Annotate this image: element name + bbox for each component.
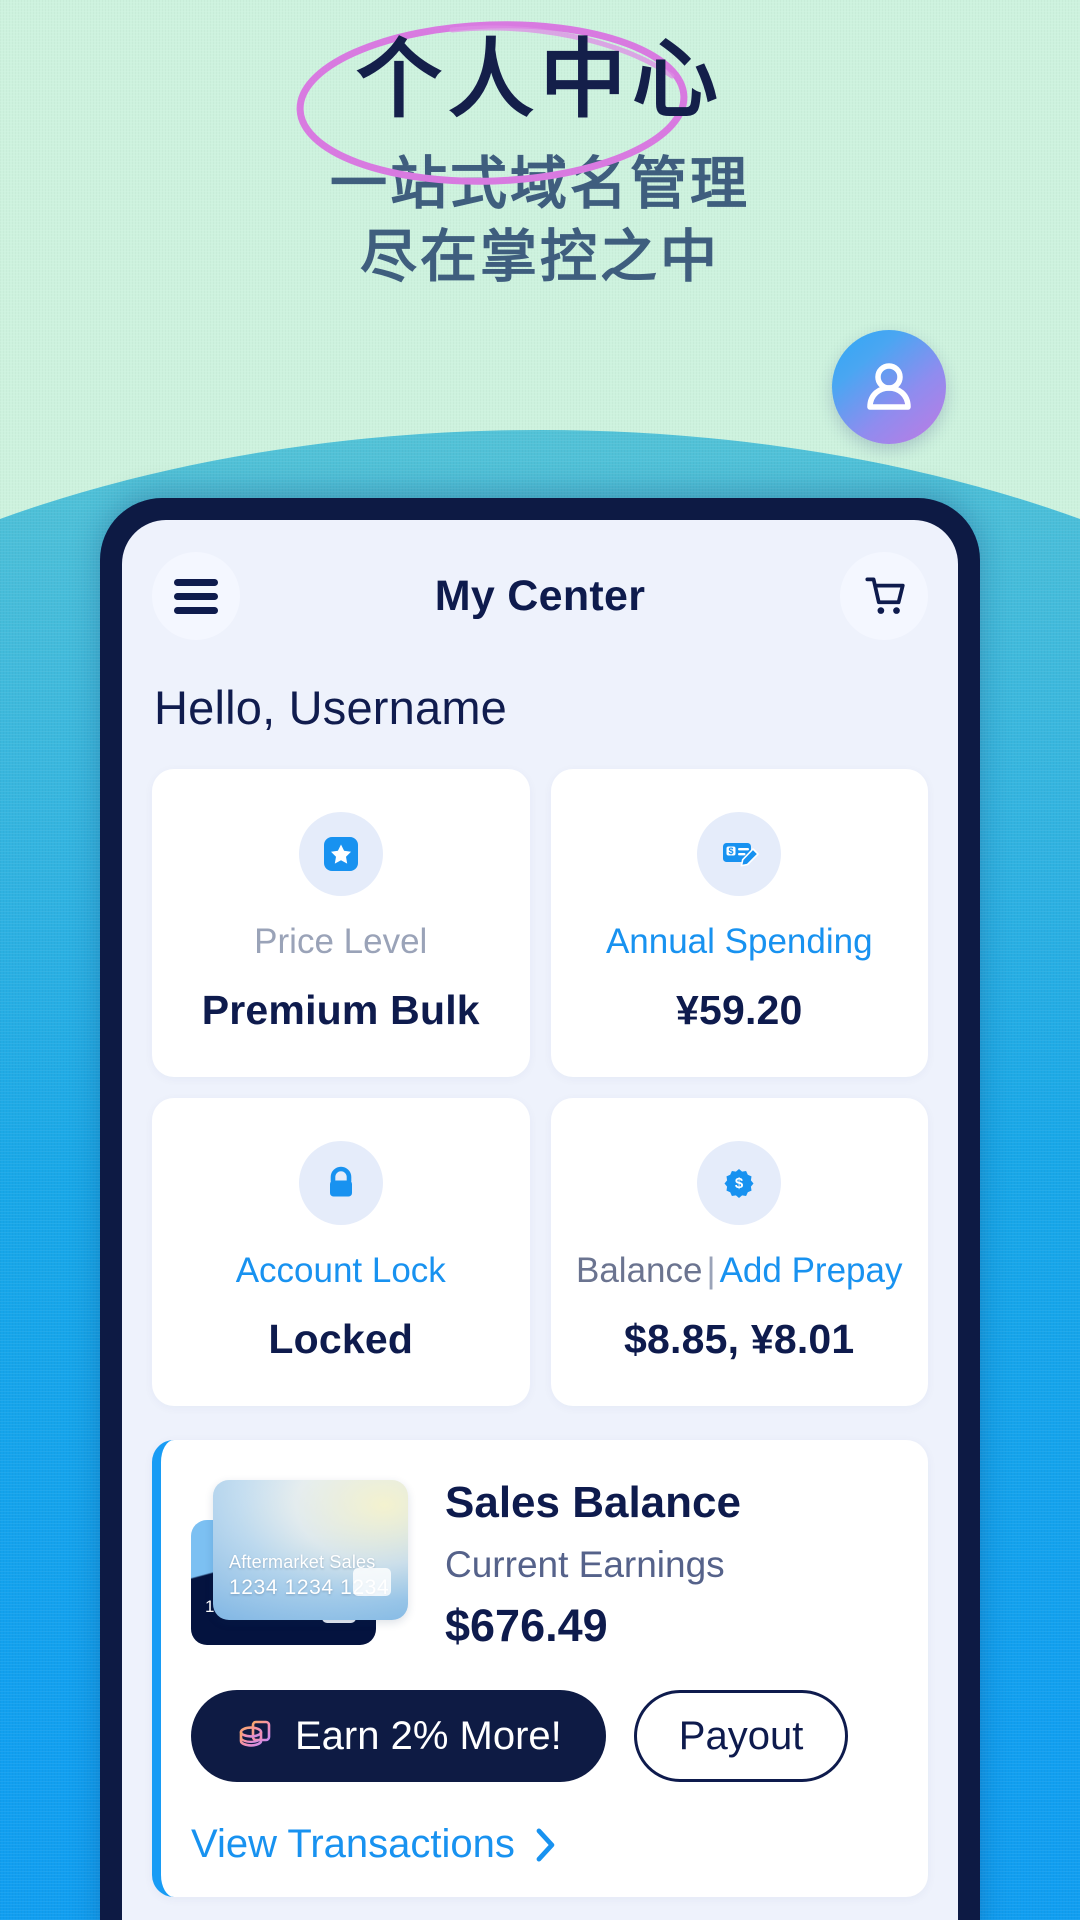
check-edit-icon: $ (723, 843, 760, 867)
phone-screen: My Center Hello, Username Price Level Pr… (122, 520, 958, 1920)
sales-info: Sales Balance Current Earnings $676.49 (445, 1474, 894, 1652)
stat-icon-background (298, 812, 383, 896)
stat-card-annual-spending[interactable]: $ Annual Spending ¥59.20 (550, 769, 928, 1077)
sales-amount: $676.49 (445, 1600, 608, 1651)
sales-card-top: 1234 1234 1234 Aftermarket Sales 1234 12… (191, 1474, 894, 1652)
stat-value: $8.85, ¥8.01 (624, 1316, 855, 1362)
svg-text:$: $ (729, 846, 734, 856)
chevron-right-icon (536, 1828, 555, 1861)
hero-subtitle-line-1: 一站式域名管理 (330, 152, 750, 217)
shopping-cart-icon (865, 577, 905, 614)
coin-stack-icon (239, 1720, 271, 1747)
sales-subtitle: Current Earnings (445, 1544, 725, 1585)
stat-label-static: Balance (576, 1251, 703, 1290)
hero-title-wrapper: 个人中心 (296, 21, 766, 185)
app-bar: My Center (152, 548, 928, 644)
svg-text:$: $ (735, 1175, 744, 1192)
view-transactions-label: View Transactions (191, 1822, 515, 1866)
stat-card-price-level[interactable]: Price Level Premium Bulk (152, 769, 530, 1077)
page-title: 个人中心 (356, 32, 724, 128)
dollar-badge-icon: $ (724, 1169, 754, 1198)
hero-subtitle-line-2: 尽在掌控之中 (360, 225, 720, 290)
cart-button[interactable] (840, 552, 928, 640)
person-icon (867, 363, 911, 410)
stat-value: ¥59.20 (675, 987, 803, 1033)
stats-grid: Price Level Premium Bulk $ Annual Spendi… (152, 769, 928, 1406)
stat-card-account-lock[interactable]: Account Lock Locked (152, 1098, 530, 1406)
credit-card-stack-illustration: 1234 1234 1234 Aftermarket Sales 1234 12… (191, 1480, 419, 1650)
sales-title: Sales Balance (445, 1478, 741, 1527)
add-prepay-link[interactable]: Add Prepay (720, 1251, 903, 1290)
avatar[interactable] (832, 330, 946, 444)
sales-actions: Earn 2% More! Payout (191, 1690, 894, 1782)
payout-button[interactable]: Payout (633, 1690, 849, 1782)
greeting-text: Hello, Username (154, 681, 508, 734)
earn-more-label: Earn 2% More! (295, 1713, 562, 1758)
stat-value: Locked (268, 1316, 414, 1362)
hero-section: 个人中心 一站式域名管理 尽在掌控之中 (0, 0, 1080, 294)
star-badge-icon (323, 837, 358, 871)
stat-icon-background: $ (697, 1141, 782, 1225)
stat-label: Account Lock (235, 1251, 446, 1290)
stat-label-separator: | (706, 1251, 716, 1290)
phone-mockup: My Center Hello, Username Price Level Pr… (100, 498, 980, 1920)
earn-more-button[interactable]: Earn 2% More! (191, 1690, 606, 1782)
app-title: My Center (434, 571, 646, 620)
lock-icon (329, 1166, 352, 1197)
stat-label: Annual Spending (605, 922, 873, 961)
card-front-chip (353, 1568, 391, 1596)
stat-label-balance-row: Balance | Add Prepay (576, 1253, 902, 1288)
stat-icon-background: $ (697, 812, 782, 896)
sales-balance-card: 1234 1234 1234 Aftermarket Sales 1234 12… (152, 1440, 928, 1897)
hamburger-menu-icon (174, 572, 218, 621)
stat-value: Premium Bulk (201, 987, 480, 1033)
menu-button[interactable] (152, 552, 240, 640)
credit-card-front: Aftermarket Sales 1234 1234 1234 (213, 1480, 408, 1620)
stat-card-balance[interactable]: $ Balance | Add Prepay $8.85, ¥8.01 (550, 1098, 928, 1406)
view-transactions-link[interactable]: View Transactions (191, 1822, 894, 1867)
hero-subtitle: 一站式域名管理 尽在掌控之中 (0, 148, 1080, 294)
stat-label: Price Level (254, 922, 428, 961)
stat-icon-background (298, 1141, 383, 1225)
